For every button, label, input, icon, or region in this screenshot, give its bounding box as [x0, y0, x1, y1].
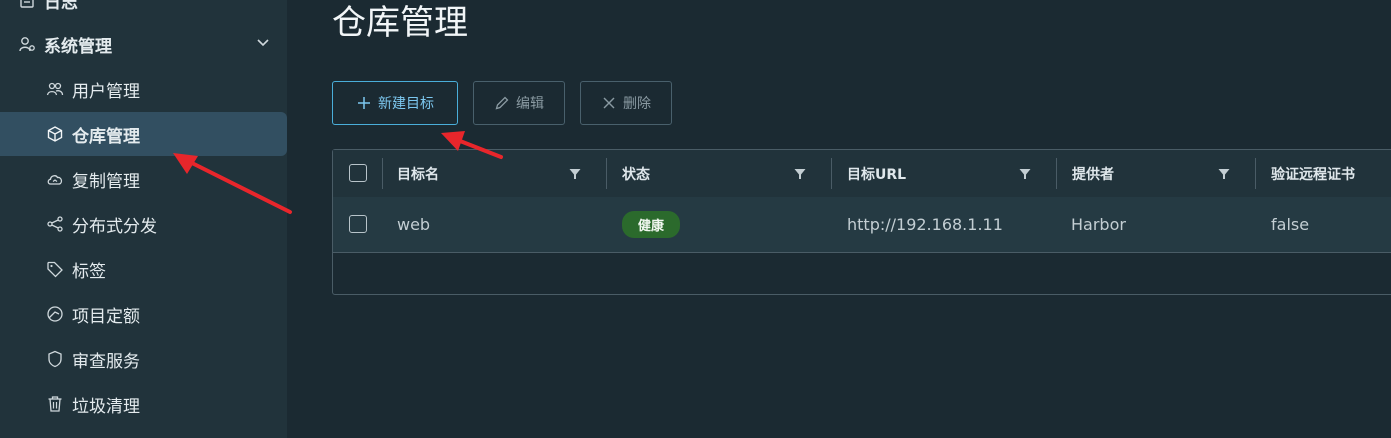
- chevron-down-icon[interactable]: [255, 35, 271, 51]
- tag-icon: [46, 260, 64, 278]
- trash-icon: [46, 395, 64, 413]
- new-endpoint-button[interactable]: 新建目标: [332, 81, 458, 125]
- sidebar-item-label: 分布式分发: [72, 216, 157, 237]
- sidebar-item-replications[interactable]: 复制管理: [0, 157, 287, 201]
- page-title: 仓库管理: [332, 3, 468, 43]
- sidebar-item-label: 仓库管理: [72, 126, 140, 147]
- new-endpoint-label: 新建目标: [378, 96, 434, 112]
- users-icon: [46, 80, 64, 98]
- close-icon: [601, 95, 617, 111]
- sidebar-item-label: 系统管理: [44, 36, 112, 57]
- sidebar-item-distribution[interactable]: 分布式分发: [0, 202, 287, 246]
- edit-label: 编辑: [516, 96, 544, 112]
- column-separator: [382, 158, 383, 189]
- sidebar-item-label: 日志: [44, 0, 78, 13]
- column-header-name[interactable]: 目标名: [397, 150, 439, 197]
- sidebar-item-system-admin[interactable]: 系统管理: [0, 22, 287, 66]
- column-header-provider[interactable]: 提供者: [1072, 150, 1114, 197]
- filter-icon[interactable]: [569, 168, 581, 180]
- filter-icon[interactable]: [1019, 168, 1031, 180]
- cell-name: web: [397, 215, 431, 234]
- sidebar-item-interrogation[interactable]: 审查服务: [0, 337, 287, 381]
- cube-icon: [46, 125, 64, 143]
- cell-url: http://192.168.1.11: [847, 215, 1003, 234]
- sidebar: 日志 系统管理 用户管理 仓库管理 复制管理 分布式分发 标签 项目定额 审查服…: [0, 0, 287, 438]
- plus-icon: [356, 95, 372, 111]
- sidebar-item-label: 审查服务: [72, 351, 140, 372]
- shield-icon: [46, 350, 64, 368]
- column-header-verify-cert[interactable]: 验证远程证书: [1271, 150, 1355, 197]
- sidebar-item-gc[interactable]: 垃圾清理: [0, 382, 287, 426]
- column-header-status[interactable]: 状态: [622, 150, 650, 197]
- cell-provider: Harbor: [1071, 215, 1126, 234]
- sidebar-item-quotas[interactable]: 项目定额: [0, 292, 287, 336]
- cell-verify-cert: false: [1271, 215, 1310, 234]
- filter-icon[interactable]: [794, 168, 806, 180]
- sidebar-item-users[interactable]: 用户管理: [0, 67, 287, 111]
- quota-icon: [46, 305, 64, 323]
- cell-status: 健康: [622, 197, 681, 252]
- status-badge: 健康: [622, 211, 681, 238]
- log-icon: [18, 0, 36, 9]
- sidebar-item-registries[interactable]: 仓库管理: [0, 112, 287, 156]
- column-header-url[interactable]: 目标URL: [847, 150, 906, 197]
- column-separator: [831, 158, 832, 189]
- sidebar-item-logs[interactable]: 日志: [0, 0, 287, 22]
- sidebar-item-label: 垃圾清理: [72, 396, 140, 417]
- sidebar-item-label: 项目定额: [72, 306, 140, 327]
- column-separator: [1255, 158, 1256, 189]
- sidebar-item-label: 标签: [72, 261, 106, 282]
- table-header: 目标名 状态 目标URL 提供者 验证远程证书: [333, 150, 1391, 198]
- endpoints-table: 目标名 状态 目标URL 提供者 验证远程证书 web 健康 http://19…: [332, 149, 1391, 295]
- column-separator: [1056, 158, 1057, 189]
- cloud-sync-icon: [46, 170, 64, 188]
- sidebar-item-labels[interactable]: 标签: [0, 247, 287, 291]
- row-checkbox[interactable]: [349, 215, 367, 233]
- pencil-icon: [494, 95, 510, 111]
- table-row[interactable]: web 健康 http://192.168.1.11 Harbor false: [333, 197, 1391, 253]
- system-settings-icon: [18, 35, 36, 53]
- filter-icon[interactable]: [1218, 168, 1230, 180]
- sidebar-item-label: 复制管理: [72, 171, 140, 192]
- delete-button[interactable]: 删除: [580, 81, 672, 125]
- delete-label: 删除: [623, 96, 651, 112]
- select-all-checkbox[interactable]: [349, 164, 367, 182]
- sidebar-item-label: 用户管理: [72, 81, 140, 102]
- column-separator: [606, 158, 607, 189]
- edit-button[interactable]: 编辑: [473, 81, 565, 125]
- share-icon: [46, 215, 64, 233]
